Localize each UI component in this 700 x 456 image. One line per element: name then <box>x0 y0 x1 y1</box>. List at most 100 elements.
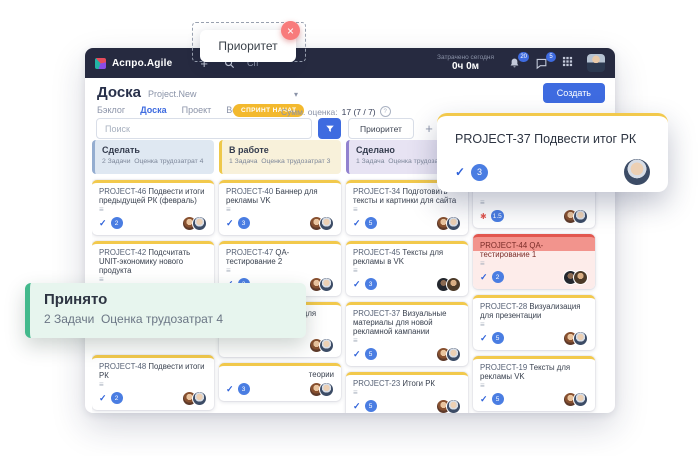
avatar <box>319 382 334 397</box>
time-caption: Затрачено сегодня <box>437 54 494 61</box>
info-icon[interactable]: ? <box>380 106 391 117</box>
bell-icon[interactable]: 20 <box>508 57 521 70</box>
task-card-footer: ✓5 <box>353 346 461 362</box>
avatar-group <box>563 331 588 346</box>
check-icon: ✓ <box>480 333 488 344</box>
priority-filter-button[interactable]: Приоритет <box>348 118 414 139</box>
app-brand: Аспро.Agile <box>112 58 172 69</box>
estimate-badge: 5 <box>492 393 504 405</box>
close-icon[interactable]: × <box>281 21 300 40</box>
user-avatar[interactable] <box>587 54 605 72</box>
chevron-down-icon: ▾ <box>294 90 298 99</box>
task-card[interactable]: PROJECT-23 Итоги РК≡✓5 <box>346 372 468 413</box>
time-value: 0ч 0м <box>437 61 494 73</box>
column-cards: ≡✱1.5PROJECT-44 QA-тестирование 1≡✓2PROJ… <box>473 180 595 413</box>
column-name: В работе <box>229 145 334 155</box>
task-card-text: PROJECT-45 Тексты для рекламы в VK <box>353 248 461 266</box>
kanban-column-2: В работе1 Задача Оценка трудозатрат 3 PRO… <box>219 140 341 413</box>
estimate-badge: 2 <box>111 217 123 229</box>
description-icon: ≡ <box>226 267 334 274</box>
task-card[interactable]: теории✓3 <box>219 363 341 401</box>
task-detail-popup[interactable]: PROJECT-37 Подвести итог РК ✓ 3 <box>437 113 668 192</box>
task-card-footer: ✓5 <box>480 330 588 346</box>
task-card-footer: ✓3 <box>226 215 334 231</box>
avatar-group <box>436 399 461 414</box>
score-label: Сумм. оценка: <box>281 107 338 117</box>
avatar-group <box>309 382 334 397</box>
estimate-badge: 3 <box>238 383 250 395</box>
task-card-footer: ✓2 <box>99 215 207 231</box>
avatar-group <box>563 209 588 224</box>
add-filter-button[interactable]: + <box>419 118 439 139</box>
task-card[interactable]: PROJECT-28 Визуализация для презентации≡… <box>473 295 595 350</box>
task-card[interactable]: PROJECT-37 Визуальные материалы для ново… <box>346 302 468 366</box>
task-card[interactable]: PROJECT-19 Тексты для рекламы VK≡✓5 <box>473 356 595 411</box>
task-id: PROJECT-48 <box>99 362 148 371</box>
task-card-text: PROJECT-46 Подвести итоги предыдущей РК … <box>99 187 207 205</box>
avatar <box>573 270 588 285</box>
task-card-footer: ✓5 <box>353 215 461 231</box>
task-id: PROJECT-45 <box>353 248 402 257</box>
project-selector[interactable]: Project.New ▾ <box>148 89 298 99</box>
avatar <box>192 391 207 406</box>
task-card-text: PROJECT-47 QA-тестирование 2 <box>226 248 334 266</box>
task-card-footer: ✓2 <box>99 390 207 406</box>
check-icon: ✓ <box>353 218 361 229</box>
column-header: В работе1 Задача Оценка трудозатрат 3 <box>219 140 341 174</box>
chat-badge: 5 <box>546 52 556 62</box>
task-id: PROJECT-28 <box>480 302 529 311</box>
check-icon: ✓ <box>99 218 107 229</box>
accepted-title: Принято <box>44 291 292 308</box>
check-icon: ✓ <box>226 218 234 229</box>
notification-badge: 20 <box>518 52 529 62</box>
task-card[interactable]: PROJECT-48 Подвести итоги РК≡✓2 <box>92 355 214 410</box>
task-card[interactable]: PROJECT-44 QA-тестирование 1≡✓2 <box>473 234 595 289</box>
check-icon: ✓ <box>480 394 488 405</box>
search-input[interactable] <box>96 118 312 139</box>
description-icon: ≡ <box>226 206 334 213</box>
check-icon: ✓ <box>455 165 465 179</box>
task-card[interactable]: PROJECT-45 Тексты для рекламы в VK≡✓3 <box>346 241 468 296</box>
avatar <box>446 347 461 362</box>
avatar-group <box>309 277 334 292</box>
estimate-badge: 3 <box>238 217 250 229</box>
estimate-badge: 5 <box>492 332 504 344</box>
avatar-group <box>563 392 588 407</box>
task-title: теории <box>309 370 334 379</box>
task-id: PROJECT-44 <box>480 241 529 250</box>
chat-icon[interactable]: 5 <box>535 57 548 70</box>
task-card-text: PROJECT-23 Итоги РК <box>353 379 461 388</box>
task-id: PROJECT-34 <box>353 187 402 196</box>
description-icon: ≡ <box>480 321 588 328</box>
avatar <box>446 399 461 414</box>
description-icon: ≡ <box>99 381 207 388</box>
apps-grid-icon[interactable] <box>562 54 573 72</box>
estimate-badge: 2 <box>111 392 123 404</box>
create-button[interactable]: Создать <box>543 83 605 103</box>
avatar-group <box>309 216 334 231</box>
estimate-badge: 5 <box>365 217 377 229</box>
page-title: Доска <box>97 84 141 101</box>
aspro-logo-icon <box>95 58 106 69</box>
task-card[interactable]: PROJECT-46 Подвести итоги предыдущей РК … <box>92 180 214 235</box>
task-id: PROJECT-46 <box>99 187 148 196</box>
avatar <box>319 216 334 231</box>
estimate-badge: 2 <box>492 271 504 283</box>
description-icon: ≡ <box>353 267 461 274</box>
check-icon: ✓ <box>353 279 361 290</box>
task-title: Итоги РК <box>402 379 435 388</box>
filter-button[interactable] <box>318 118 341 139</box>
description-icon: ≡ <box>353 337 461 344</box>
task-card[interactable]: PROJECT-40 Баннер для рекламы VK≡✓3 <box>219 180 341 235</box>
task-card-footer <box>226 337 334 353</box>
task-card-text: PROJECT-42 Подсчитать UNIT-экономику нов… <box>99 248 207 275</box>
task-id: PROJECT-19 <box>480 363 529 372</box>
task-card-text: PROJECT-44 QA-тестирование 1 <box>480 241 588 259</box>
task-card-footer: ✓2 <box>480 269 588 285</box>
estimate-badge: 5 <box>365 400 377 412</box>
description-icon: ≡ <box>353 389 461 396</box>
kanban-column-1: Сделать2 Задачи Оценка трудозатрат 4PROJ… <box>92 140 214 413</box>
task-card-footer: ✱1.5 <box>480 208 588 224</box>
avatar-group <box>436 277 461 292</box>
task-card-text: PROJECT-19 Тексты для рекламы VK <box>480 363 588 381</box>
